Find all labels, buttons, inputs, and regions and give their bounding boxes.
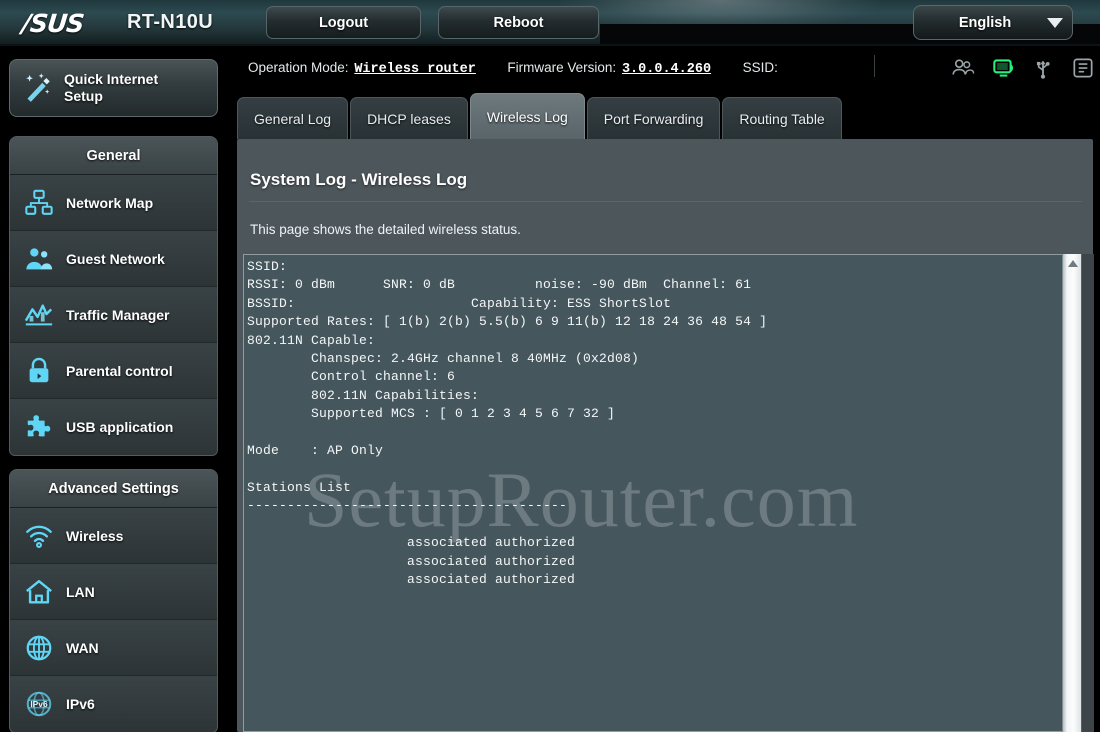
- home-icon: [24, 577, 66, 607]
- sidebar-group-title-advanced: Advanced Settings: [10, 470, 217, 508]
- operation-mode-label: Operation Mode:: [248, 60, 349, 75]
- svg-text:IPv6: IPv6: [30, 699, 48, 709]
- sidebar-item-quick-internet-setup[interactable]: Quick Internet Setup: [9, 59, 218, 117]
- sidebar-item-network-map[interactable]: Network Map: [10, 175, 217, 231]
- sidebar-item-usb-application[interactable]: USB application: [10, 399, 217, 455]
- sidebar: Quick Internet Setup General Network Map: [0, 46, 232, 732]
- router-admin-page: /SUS RT-N10U Logout Reboot English Opera…: [0, 0, 1100, 732]
- scroll-up-arrow-icon[interactable]: [1068, 260, 1078, 267]
- lock-icon: [24, 356, 66, 386]
- tab-bar: General Log DHCP leases Wireless Log Por…: [237, 93, 844, 139]
- sidebar-label: USB application: [66, 419, 174, 435]
- chevron-down-icon: [1038, 17, 1072, 28]
- content-panel: System Log - Wireless Log This page show…: [237, 139, 1093, 732]
- sidebar-label: Parental control: [66, 362, 173, 379]
- sidebar-item-ipv6[interactable]: IPv6 IPv6: [10, 676, 217, 732]
- language-label: English: [958, 14, 1012, 31]
- globe-icon: [24, 633, 66, 663]
- status-icon-group: [950, 55, 1096, 81]
- page-description: This page shows the detailed wireless st…: [250, 222, 521, 237]
- network-map-icon: [24, 188, 66, 218]
- connection-status-icon[interactable]: [990, 55, 1016, 81]
- sidebar-label: IPv6: [66, 696, 95, 712]
- logout-button[interactable]: Logout: [266, 6, 421, 39]
- sidebar-item-wireless[interactable]: Wireless: [10, 508, 217, 564]
- router-model-name: RT-N10U: [127, 11, 214, 33]
- firmware-label: Firmware Version:: [507, 60, 617, 75]
- language-selector[interactable]: English: [913, 5, 1073, 40]
- tab-wireless-log[interactable]: Wireless Log: [469, 93, 585, 139]
- magic-wand-icon: [10, 71, 64, 105]
- wireless-log-content: SSID: RSSI: 0 dBm SNR: 0 dB noise: -90 d…: [247, 259, 768, 587]
- ipv6-globe-icon: IPv6: [24, 689, 66, 719]
- tab-dhcp-leases[interactable]: DHCP leases: [350, 97, 468, 139]
- sidebar-label: Wireless: [66, 527, 124, 544]
- tab-port-forwarding[interactable]: Port Forwarding: [586, 97, 721, 139]
- scroll-gutter: [1082, 254, 1094, 732]
- firmware-value[interactable]: 3.0.0.4.260: [622, 62, 711, 77]
- sidebar-item-guest-network[interactable]: Guest Network: [10, 231, 217, 287]
- sidebar-item-wan[interactable]: WAN: [10, 620, 217, 676]
- wireless-log-textarea[interactable]: SetupRouter.com SSID: RSSI: 0 dBm SNR: 0…: [243, 254, 1091, 732]
- tab-routing-table[interactable]: Routing Table: [722, 97, 842, 139]
- sidebar-group-general: General Network Map Guest Network Traffi…: [9, 136, 218, 456]
- sidebar-label: Network Map: [66, 194, 154, 211]
- sidebar-item-parental-control[interactable]: Parental control: [10, 343, 217, 399]
- sidebar-label: Guest Network: [66, 250, 165, 267]
- sidebar-item-lan[interactable]: LAN: [10, 564, 217, 620]
- sidebar-group-title-general: General: [10, 137, 217, 175]
- title-divider: [249, 201, 1082, 202]
- sidebar-item-traffic-manager[interactable]: Traffic Manager: [10, 287, 217, 343]
- asus-logo: /SUS: [20, 9, 85, 38]
- printer-icon[interactable]: [1070, 55, 1096, 81]
- status-summary: Operation Mode: Wireless router Firmware…: [248, 60, 782, 77]
- reboot-button[interactable]: Reboot: [438, 6, 599, 39]
- sidebar-group-advanced-settings: Advanced Settings Wireless LAN WAN IPv6 …: [9, 469, 218, 732]
- log-scrollbar[interactable]: [1062, 254, 1082, 732]
- sidebar-label: WAN: [66, 639, 99, 656]
- sidebar-label: LAN: [66, 583, 95, 600]
- puzzle-piece-icon: [24, 412, 66, 442]
- guest-network-icon: [24, 244, 66, 274]
- ssid-label: SSID:: [742, 60, 778, 75]
- wifi-icon: [24, 521, 66, 551]
- operation-mode-value[interactable]: Wireless router: [354, 62, 476, 77]
- sidebar-label: Traffic Manager: [66, 306, 170, 323]
- status-divider: [874, 55, 875, 77]
- quick-setup-label: Quick Internet Setup: [64, 71, 159, 104]
- clients-icon[interactable]: [950, 55, 976, 81]
- tab-general-log[interactable]: General Log: [237, 97, 349, 139]
- traffic-manager-icon: [24, 300, 66, 330]
- page-title: System Log - Wireless Log: [250, 170, 468, 189]
- usb-icon[interactable]: [1030, 55, 1056, 81]
